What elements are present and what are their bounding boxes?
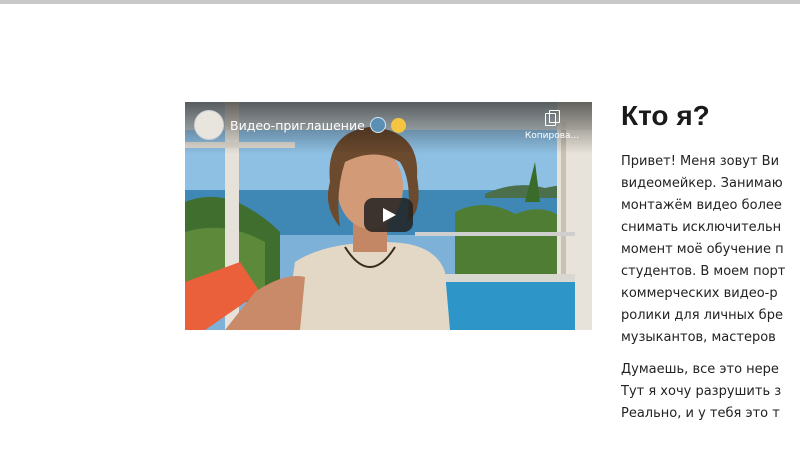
text-line: Думаешь, все это нере: [621, 362, 779, 377]
smiling-face-emoji-icon: [390, 118, 406, 133]
play-icon: [383, 208, 396, 222]
text-line: Привет! Меня зовут Ви: [621, 154, 780, 169]
about-paragraph-1: Привет! Меня зовут Ви видеомейкер. Заним…: [621, 151, 785, 349]
text-line: Тут я хочу разрушить з: [621, 384, 782, 399]
text-line: музыкантов, мастеров: [621, 330, 776, 345]
top-border: [0, 0, 800, 4]
text-line: момент моё обучение п: [621, 242, 784, 257]
text-line: ролики для личных бре: [621, 308, 783, 323]
video-title-text[interactable]: Видео-приглашение: [230, 118, 365, 133]
text-line: Реально, и у тебя это т: [621, 406, 780, 421]
text-line: коммерческих видео-р: [621, 286, 778, 301]
video-title[interactable]: Видео-приглашение: [230, 117, 406, 133]
copy-icon: [545, 110, 560, 126]
play-button[interactable]: [364, 198, 413, 232]
channel-avatar[interactable]: [194, 110, 224, 140]
about-paragraph-2: Думаешь, все это нере Тут я хочу разруши…: [621, 359, 781, 425]
about-heading: Кто я?: [621, 100, 710, 131]
text-line: снимать исключительн: [621, 220, 782, 235]
video-player[interactable]: Видео-приглашение Копирова...: [185, 102, 592, 330]
text-line: монтажём видео более: [621, 198, 782, 213]
text-line: студентов. В моем порт: [621, 264, 786, 279]
copy-link-label: Копирова...: [524, 131, 580, 141]
video-header: Видео-приглашение Копирова...: [185, 102, 592, 154]
copy-link-button[interactable]: Копирова...: [519, 110, 585, 146]
text-line: видеомейкер. Занимаю: [621, 176, 783, 191]
sunglasses-emoji-icon: [369, 117, 386, 133]
